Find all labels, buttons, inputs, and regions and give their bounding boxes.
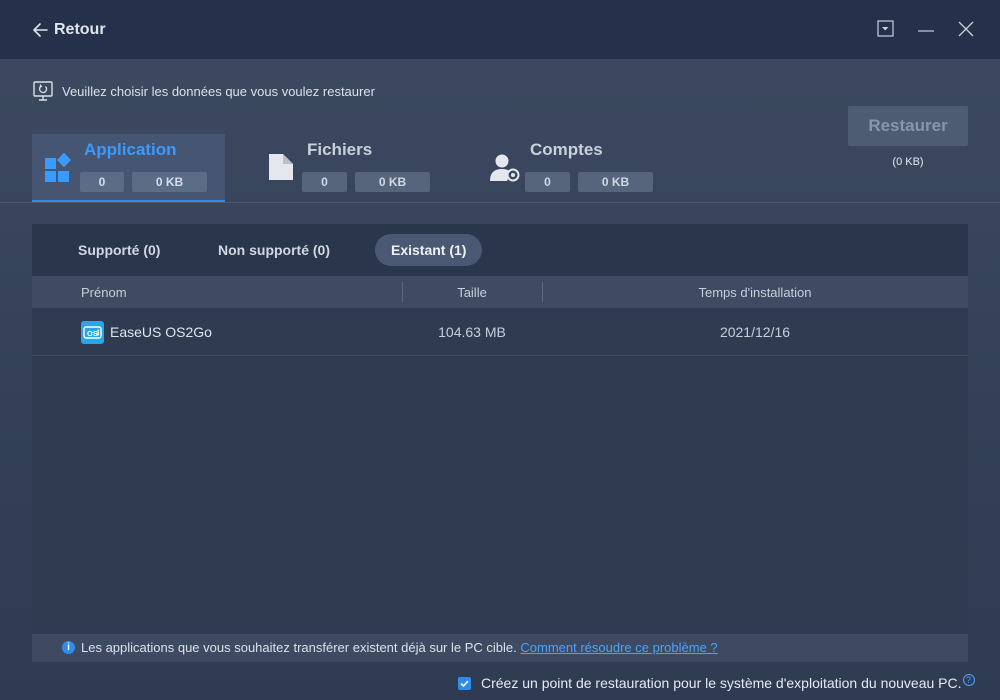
app-size: 104.63 MB (438, 324, 506, 340)
restore-size: (0 KB) (892, 156, 924, 168)
app-list-panel: Supporté (0) Non supporté (0) Existant (… (32, 224, 968, 662)
minimize-button[interactable] (915, 18, 937, 40)
title-bar: Retour (0, 0, 1000, 59)
close-icon (958, 21, 974, 37)
column-header-name[interactable]: Prénom (81, 276, 127, 310)
tab-fichiers[interactable]: Fichiers 0 0 KB (255, 134, 448, 202)
info-text: Les applications que vous souhaitez tran… (81, 640, 517, 655)
table-header: Prénom Taille Temps d'installation (32, 276, 968, 308)
apps-grid-icon (45, 152, 72, 182)
back-label: Retour (54, 21, 106, 38)
user-gear-icon (490, 154, 520, 182)
app-install-date: 2021/12/16 (719, 324, 791, 340)
info-bar: i Les applications que vous souhaitez tr… (32, 634, 968, 662)
tab-count: 0 (302, 172, 347, 192)
column-header-size[interactable]: Taille (402, 276, 542, 310)
column-header-install-time[interactable]: Temps d'installation (542, 276, 968, 310)
dropdown-menu-icon (877, 20, 894, 37)
info-icon: i (62, 641, 75, 654)
tab-title: Application (84, 140, 177, 159)
tab-count: 0 (80, 172, 124, 192)
tab-comptes[interactable]: Comptes 0 0 KB (478, 134, 671, 202)
restore-point-checkbox[interactable] (458, 676, 471, 690)
tab-application[interactable]: Application 0 0 KB (32, 134, 225, 202)
tab-title: Fichiers (307, 140, 373, 159)
filter-tab-existing[interactable]: Existant (1) (375, 234, 483, 266)
os2go-logo-icon: OS (83, 326, 102, 339)
monitor-restore-icon (33, 81, 53, 101)
tab-size: 0 KB (355, 172, 430, 192)
os2go-app-icon: OS (81, 321, 104, 344)
tab-count: 0 (525, 172, 570, 192)
filter-tabs: Supporté (0) Non supporté (0) Existant (… (32, 224, 968, 276)
tab-size: 0 KB (578, 172, 653, 192)
app-name: EaseUS OS2Go (110, 324, 212, 340)
hint-text: Veuillez choisir les données que vous vo… (62, 83, 375, 99)
restore-point-label: Créez un point de restauration pour le s… (481, 675, 962, 691)
header-divider (0, 202, 1000, 203)
info-message: Les applications que vous souhaitez tran… (81, 634, 718, 662)
tab-size: 0 KB (132, 172, 207, 192)
back-button[interactable]: Retour (32, 18, 106, 42)
restore-point-option: Créez un point de restauration pour le s… (458, 674, 975, 692)
help-icon[interactable]: ? (962, 674, 975, 686)
checkmark-icon (460, 679, 469, 687)
restore-button[interactable]: Restaurer (848, 106, 968, 146)
tab-title: Comptes (530, 140, 603, 159)
help-link[interactable]: Comment résoudre ce problème ? (520, 640, 717, 655)
instruction-hint: Veuillez choisir les données que vous vo… (32, 80, 375, 102)
close-button[interactable] (955, 18, 977, 40)
filter-tab-unsupported[interactable]: Non supporté (0) (202, 234, 346, 266)
dropdown-menu-button[interactable] (875, 18, 897, 40)
file-icon (269, 154, 293, 180)
minimize-icon (918, 30, 934, 32)
table-row[interactable]: OS EaseUS OS2Go 104.63 MB 2021/12/16 (32, 308, 968, 356)
os2go-icon-text: OS (87, 329, 98, 338)
arrow-left-icon (33, 23, 48, 37)
filter-tab-supported[interactable]: Supporté (0) (62, 234, 176, 266)
